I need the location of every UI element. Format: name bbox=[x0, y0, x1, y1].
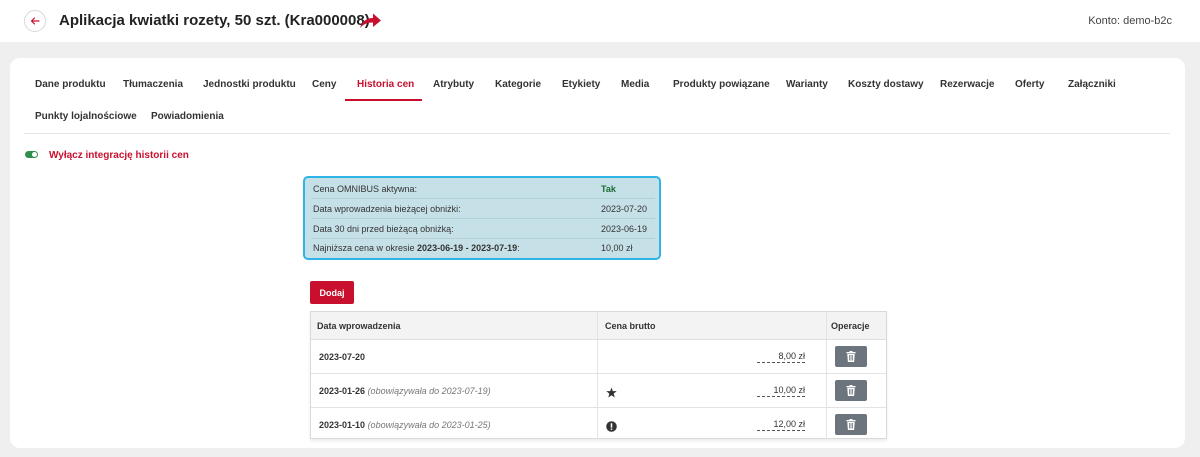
row-date-value: 2023-01-26 bbox=[319, 386, 366, 396]
tab-atrybuty[interactable]: Atrybuty bbox=[433, 79, 474, 90]
table-row: 2023-01-10 (obowiązywała do 2023-01-25) … bbox=[311, 408, 886, 441]
top-bar: Aplikacja kwiatki rozety, 50 szt. (Kra00… bbox=[0, 0, 1200, 42]
omnibus-lowest-prefix: Najniższa cena w okresie bbox=[313, 243, 418, 253]
row-date: 2023-01-26 (obowiązywała do 2023-07-19) bbox=[319, 386, 491, 396]
row-date-note: (obowiązywała do 2023-01-25) bbox=[367, 420, 491, 430]
tab-ceny[interactable]: Ceny bbox=[312, 79, 336, 90]
exclamation-icon bbox=[606, 419, 617, 437]
tab-produkty-powiazane[interactable]: Produkty powiązane bbox=[673, 79, 770, 90]
tab-koszty-dostawy[interactable]: Koszty dostawy bbox=[848, 79, 924, 90]
omnibus-active-label: Cena OMNIBUS aktywna: bbox=[313, 184, 418, 194]
product-card: Dane produktu Tłumaczenia Jednostki prod… bbox=[10, 58, 1185, 448]
tab-media[interactable]: Media bbox=[621, 79, 649, 90]
tab-rezerwacje[interactable]: Rezerwacje bbox=[940, 79, 994, 90]
page-title: Aplikacja kwiatki rozety, 50 szt. (Kra00… bbox=[59, 12, 370, 29]
tab-kategorie[interactable]: Kategorie bbox=[495, 79, 541, 90]
tab-etykiety[interactable]: Etykiety bbox=[562, 79, 600, 90]
star-icon bbox=[606, 385, 617, 403]
row-price[interactable]: 12,00 zł bbox=[757, 419, 805, 431]
add-price-button[interactable]: Dodaj bbox=[310, 281, 354, 304]
delete-button[interactable] bbox=[835, 346, 867, 367]
row-date: 2023-07-20 bbox=[319, 352, 365, 362]
row-date: 2023-01-10 (obowiązywała do 2023-01-25) bbox=[319, 420, 491, 430]
omnibus-before-date-label: Data 30 dni przed bieżącą obniżką: bbox=[313, 224, 454, 234]
share-arrow-icon[interactable] bbox=[358, 12, 382, 35]
table-row: 2023-01-26 (obowiązywała do 2023-07-19) … bbox=[311, 374, 886, 408]
divider bbox=[311, 238, 655, 239]
omnibus-info-box: Cena OMNIBUS aktywna: Tak Data wprowadze… bbox=[303, 176, 661, 260]
column-header-date: Data wprowadzenia bbox=[317, 321, 401, 331]
table-header: Data wprowadzenia Cena brutto Operacje bbox=[311, 312, 886, 340]
row-date-note: (obowiązywała do 2023-07-19) bbox=[367, 386, 491, 396]
trash-icon bbox=[846, 419, 856, 430]
column-header-price: Cena brutto bbox=[605, 321, 656, 331]
tab-dane-produktu[interactable]: Dane produktu bbox=[35, 79, 106, 90]
omnibus-lowest-suffix: : bbox=[517, 243, 520, 253]
table-row: 2023-07-20 8,00 zł bbox=[311, 340, 886, 374]
row-price[interactable]: 10,00 zł bbox=[757, 385, 805, 397]
column-header-operations: Operacje bbox=[831, 321, 870, 331]
omnibus-active-value: Tak bbox=[601, 184, 616, 194]
tab-jednostki-produktu[interactable]: Jednostki produktu bbox=[203, 79, 296, 90]
toggle-knob bbox=[32, 152, 37, 157]
tabs-divider bbox=[24, 133, 1170, 134]
omnibus-lowest-label: Najniższa cena w okresie 2023-06-19 - 20… bbox=[313, 243, 520, 253]
omnibus-discount-date-label: Data wprowadzenia bieżącej obniżki: bbox=[313, 204, 461, 214]
delete-button[interactable] bbox=[835, 380, 867, 401]
tab-warianty[interactable]: Warianty bbox=[786, 79, 828, 90]
omnibus-discount-date-value: 2023-07-20 bbox=[601, 204, 648, 214]
active-tab-indicator bbox=[345, 99, 422, 101]
tab-historia-cen[interactable]: Historia cen bbox=[357, 79, 414, 90]
column-divider bbox=[597, 312, 598, 439]
tab-punkty-lojalnosciowe[interactable]: Punkty lojalnościowe bbox=[35, 111, 137, 122]
column-divider bbox=[826, 312, 827, 439]
omnibus-lowest-value: 10,00 zł bbox=[601, 243, 633, 253]
omnibus-lowest-period: 2023-06-19 - 2023-07-19 bbox=[417, 243, 518, 253]
integration-toggle[interactable] bbox=[25, 151, 38, 158]
omnibus-before-date-value: 2023-06-19 bbox=[601, 224, 648, 234]
integration-toggle-label[interactable]: Wyłącz integrację historii cen bbox=[49, 150, 189, 161]
tab-oferty[interactable]: Oferty bbox=[1015, 79, 1044, 90]
back-button[interactable] bbox=[24, 10, 46, 32]
tab-zalaczniki[interactable]: Załączniki bbox=[1068, 79, 1116, 90]
delete-button[interactable] bbox=[835, 414, 867, 435]
tab-powiadomienia[interactable]: Powiadomienia bbox=[151, 111, 224, 122]
divider bbox=[311, 198, 655, 199]
arrow-left-icon bbox=[30, 17, 40, 25]
divider bbox=[311, 218, 655, 219]
trash-icon bbox=[846, 351, 856, 362]
price-history-table: Data wprowadzenia Cena brutto Operacje 2… bbox=[310, 311, 887, 439]
row-date-value: 2023-07-20 bbox=[319, 352, 366, 362]
row-date-value: 2023-01-10 bbox=[319, 420, 366, 430]
row-price[interactable]: 8,00 zł bbox=[757, 351, 805, 363]
account-label: Konto: demo-b2c bbox=[1088, 15, 1172, 27]
trash-icon bbox=[846, 385, 856, 396]
tab-tlumaczenia[interactable]: Tłumaczenia bbox=[123, 79, 183, 90]
